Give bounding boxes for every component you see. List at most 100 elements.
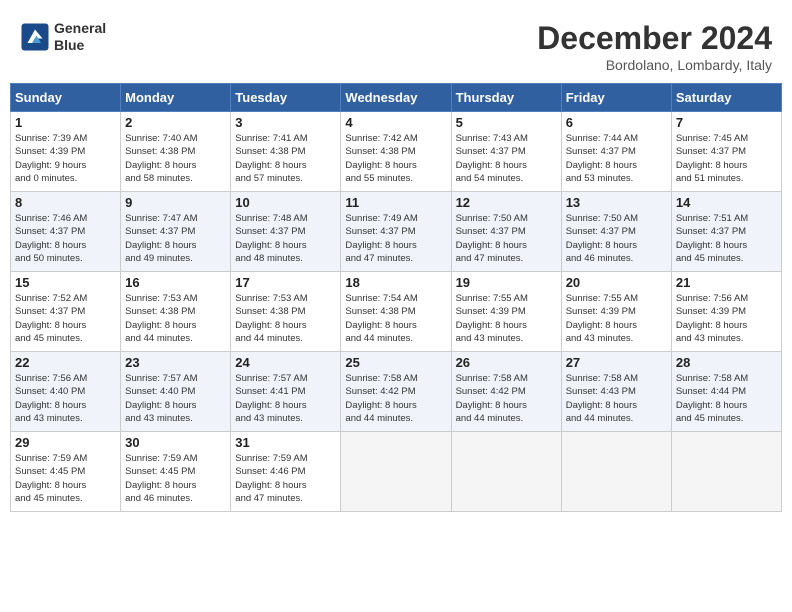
day-info: Sunrise: 7:55 AMSunset: 4:39 PMDaylight:… [456,292,557,345]
day-info: Sunrise: 7:44 AMSunset: 4:37 PMDaylight:… [566,132,667,185]
day-number: 8 [15,195,116,210]
day-number: 1 [15,115,116,130]
calendar-cell: 16 Sunrise: 7:53 AMSunset: 4:38 PMDayligh… [121,272,231,352]
calendar-cell: 1 Sunrise: 7:39 AMSunset: 4:39 PMDaylight… [11,112,121,192]
page-header: General Blue December 2024 Bordolano, Lo… [10,10,782,78]
calendar-cell: 31 Sunrise: 7:59 AMSunset: 4:46 PMDayligh… [231,432,341,512]
day-number: 7 [676,115,777,130]
day-number: 14 [676,195,777,210]
calendar-cell: 19 Sunrise: 7:55 AMSunset: 4:39 PMDayligh… [451,272,561,352]
title-block: December 2024 Bordolano, Lombardy, Italy [537,20,772,73]
day-number: 31 [235,435,336,450]
day-info: Sunrise: 7:53 AMSunset: 4:38 PMDaylight:… [235,292,336,345]
day-info: Sunrise: 7:41 AMSunset: 4:38 PMDaylight:… [235,132,336,185]
calendar-title: December 2024 [537,20,772,57]
day-info: Sunrise: 7:49 AMSunset: 4:37 PMDaylight:… [345,212,446,265]
calendar-cell: 15 Sunrise: 7:52 AMSunset: 4:37 PMDayligh… [11,272,121,352]
day-info: Sunrise: 7:53 AMSunset: 4:38 PMDaylight:… [125,292,226,345]
day-info: Sunrise: 7:52 AMSunset: 4:37 PMDaylight:… [15,292,116,345]
calendar-cell: 20 Sunrise: 7:55 AMSunset: 4:39 PMDayligh… [561,272,671,352]
day-number: 19 [456,275,557,290]
calendar-cell: 25Sunrise: 7:58 AMSunset: 4:42 PMDayligh… [341,352,451,432]
day-info: Sunrise: 7:57 AMSunset: 4:40 PMDaylight:… [125,372,226,425]
day-info: Sunrise: 7:58 AMSunset: 4:44 PMDaylight:… [676,372,777,425]
day-info: Sunrise: 7:47 AMSunset: 4:37 PMDaylight:… [125,212,226,265]
day-info: Sunrise: 7:42 AMSunset: 4:38 PMDaylight:… [345,132,446,185]
day-number: 4 [345,115,446,130]
day-info: Sunrise: 7:59 AMSunset: 4:46 PMDaylight:… [235,452,336,505]
day-number: 24 [235,355,336,370]
calendar-cell: 27 Sunrise: 7:58 AMSunset: 4:43 PMDayligh… [561,352,671,432]
day-number: 20 [566,275,667,290]
calendar-cell: 28 Sunrise: 7:58 AMSunset: 4:44 PMDayligh… [671,352,781,432]
calendar-cell: 18Sunrise: 7:54 AMSunset: 4:38 PMDayligh… [341,272,451,352]
calendar-cell: 17 Sunrise: 7:53 AMSunset: 4:38 PMDayligh… [231,272,341,352]
day-number: 22 [15,355,116,370]
day-number: 28 [676,355,777,370]
weekday-header-saturday: Saturday [671,84,781,112]
day-number: 2 [125,115,226,130]
day-number: 29 [15,435,116,450]
logo-line1: General [54,20,106,37]
day-info: Sunrise: 7:59 AMSunset: 4:45 PMDaylight:… [125,452,226,505]
day-info: Sunrise: 7:56 AMSunset: 4:40 PMDaylight:… [15,372,116,425]
calendar-cell: 22 Sunrise: 7:56 AMSunset: 4:40 PMDayligh… [11,352,121,432]
day-number: 13 [566,195,667,210]
day-info: Sunrise: 7:50 AMSunset: 4:37 PMDaylight:… [456,212,557,265]
day-info: Sunrise: 7:58 AMSunset: 4:43 PMDaylight:… [566,372,667,425]
day-number: 30 [125,435,226,450]
day-info: Sunrise: 7:54 AMSunset: 4:38 PMDaylight:… [345,292,446,345]
logo-icon [20,22,50,52]
logo: General Blue [20,20,106,54]
day-number: 6 [566,115,667,130]
week-row-2: 8Sunrise: 7:46 AMSunset: 4:37 PMDaylight… [11,192,782,272]
day-number: 17 [235,275,336,290]
weekday-header-friday: Friday [561,84,671,112]
day-info: Sunrise: 7:56 AMSunset: 4:39 PMDaylight:… [676,292,777,345]
day-number: 21 [676,275,777,290]
calendar-cell [561,432,671,512]
day-info: Sunrise: 7:50 AMSunset: 4:37 PMDaylight:… [566,212,667,265]
calendar-subtitle: Bordolano, Lombardy, Italy [537,57,772,73]
calendar-cell: 10 Sunrise: 7:48 AMSunset: 4:37 PMDayligh… [231,192,341,272]
day-info: Sunrise: 7:45 AMSunset: 4:37 PMDaylight:… [676,132,777,185]
calendar-cell: 12 Sunrise: 7:50 AMSunset: 4:37 PMDayligh… [451,192,561,272]
calendar-cell: 7 Sunrise: 7:45 AMSunset: 4:37 PMDaylight… [671,112,781,192]
day-info: Sunrise: 7:40 AMSunset: 4:38 PMDaylight:… [125,132,226,185]
day-info: Sunrise: 7:51 AMSunset: 4:37 PMDaylight:… [676,212,777,265]
day-info: Sunrise: 7:55 AMSunset: 4:39 PMDaylight:… [566,292,667,345]
day-number: 11 [345,195,446,210]
day-info: Sunrise: 7:48 AMSunset: 4:37 PMDaylight:… [235,212,336,265]
weekday-header-row: SundayMondayTuesdayWednesdayThursdayFrid… [11,84,782,112]
calendar-cell: 29Sunrise: 7:59 AMSunset: 4:45 PMDayligh… [11,432,121,512]
day-number: 16 [125,275,226,290]
day-info: Sunrise: 7:58 AMSunset: 4:42 PMDaylight:… [345,372,446,425]
day-number: 5 [456,115,557,130]
day-number: 15 [15,275,116,290]
week-row-4: 22 Sunrise: 7:56 AMSunset: 4:40 PMDayligh… [11,352,782,432]
weekday-header-sunday: Sunday [11,84,121,112]
logo-line2: Blue [54,37,106,54]
logo-text: General Blue [54,20,106,54]
calendar-cell: 30 Sunrise: 7:59 AMSunset: 4:45 PMDayligh… [121,432,231,512]
calendar-cell: 26Sunrise: 7:58 AMSunset: 4:42 PMDayligh… [451,352,561,432]
calendar-cell [451,432,561,512]
calendar-cell: 4 Sunrise: 7:42 AMSunset: 4:38 PMDaylight… [341,112,451,192]
day-number: 12 [456,195,557,210]
calendar-cell: 24Sunrise: 7:57 AMSunset: 4:41 PMDayligh… [231,352,341,432]
calendar-cell: 3Sunrise: 7:41 AMSunset: 4:38 PMDaylight… [231,112,341,192]
day-info: Sunrise: 7:43 AMSunset: 4:37 PMDaylight:… [456,132,557,185]
weekday-header-tuesday: Tuesday [231,84,341,112]
calendar-cell: 5 Sunrise: 7:43 AMSunset: 4:37 PMDaylight… [451,112,561,192]
week-row-1: 1 Sunrise: 7:39 AMSunset: 4:39 PMDaylight… [11,112,782,192]
calendar-cell: 8Sunrise: 7:46 AMSunset: 4:37 PMDaylight… [11,192,121,272]
day-number: 27 [566,355,667,370]
calendar-cell: 2 Sunrise: 7:40 AMSunset: 4:38 PMDaylight… [121,112,231,192]
calendar-cell: 9Sunrise: 7:47 AMSunset: 4:37 PMDaylight… [121,192,231,272]
day-number: 10 [235,195,336,210]
calendar-cell: 11 Sunrise: 7:49 AMSunset: 4:37 PMDayligh… [341,192,451,272]
day-number: 26 [456,355,557,370]
weekday-header-thursday: Thursday [451,84,561,112]
calendar-cell [341,432,451,512]
day-info: Sunrise: 7:39 AMSunset: 4:39 PMDaylight:… [15,132,116,185]
